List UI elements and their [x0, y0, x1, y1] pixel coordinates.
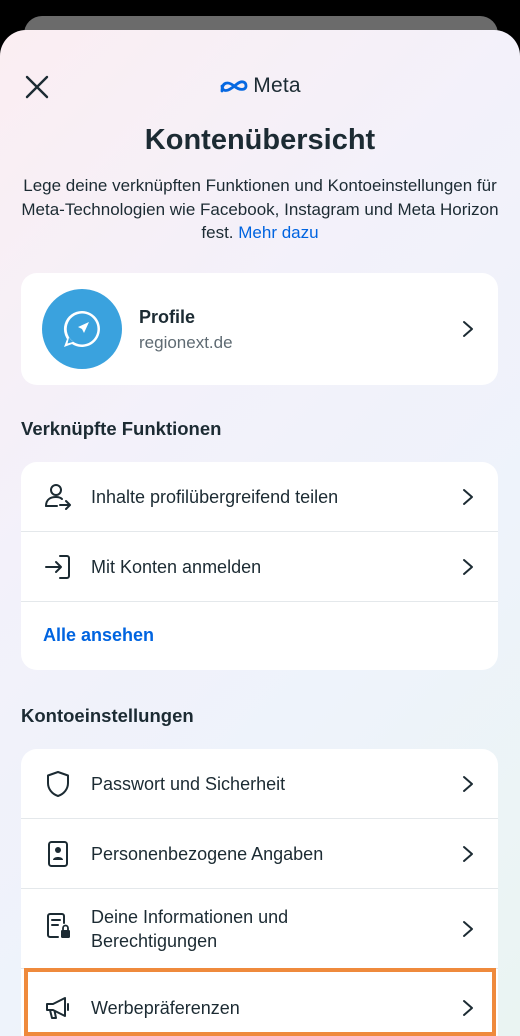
- chevron-right-icon: [463, 776, 473, 792]
- settings-item-password-security[interactable]: Passwort und Sicherheit: [21, 749, 498, 819]
- settings-item-label: Werbepräferenzen: [91, 998, 240, 1018]
- meta-infinity-icon: [220, 80, 248, 93]
- shield-icon: [43, 769, 73, 799]
- settings-item-label: Passwort und Sicherheit: [91, 774, 286, 794]
- account-settings-heading: Kontoeinstellungen: [21, 705, 194, 726]
- share-profile-icon: [43, 482, 73, 512]
- profile-card[interactable]: Profile regionext.de: [21, 273, 498, 385]
- meta-logo: Meta: [0, 74, 520, 98]
- page-description: Lege deine verknüpften Funktionen und Ko…: [16, 174, 504, 245]
- chevron-right-icon: [463, 489, 473, 505]
- linked-features-card: Inhalte profilübergreifend teilen Mit Ko…: [21, 462, 498, 670]
- accounts-center-sheet: Meta Kontenübersicht Lege deine verknüpf…: [0, 30, 520, 1036]
- settings-item-your-information[interactable]: Deine Informationen und Berechtigungen: [21, 889, 498, 969]
- login-icon: [43, 552, 73, 582]
- settings-item-label: Deine Informationen und Berechtigungen: [91, 907, 289, 951]
- settings-item-ad-preferences[interactable]: Werbepräferenzen: [21, 969, 498, 1036]
- chevron-right-icon: [463, 1000, 473, 1016]
- see-all-link[interactable]: Alle ansehen: [43, 625, 154, 646]
- meta-brand-text: Meta: [253, 74, 301, 97]
- more-info-link[interactable]: Mehr dazu: [238, 223, 318, 242]
- account-settings-card: Passwort und Sicherheit Personenbezogene…: [21, 749, 498, 1036]
- document-lock-icon: [43, 911, 73, 941]
- settings-item-label: Personenbezogene Angaben: [91, 844, 324, 864]
- id-card-icon: [43, 839, 73, 869]
- profile-name: Profile: [139, 307, 196, 327]
- chevron-right-icon: [463, 921, 473, 937]
- linked-features-heading: Verknüpfte Funktionen: [21, 418, 222, 439]
- chevron-right-icon: [463, 559, 473, 575]
- navigation-bubble-icon: [63, 310, 100, 347]
- avatar: [42, 289, 122, 369]
- settings-item-personal-details[interactable]: Personenbezogene Angaben: [21, 819, 498, 889]
- linked-feature-item-share[interactable]: Inhalte profilübergreifend teilen: [21, 462, 498, 532]
- megaphone-icon: [43, 993, 73, 1023]
- see-all-row: Alle ansehen: [21, 602, 498, 670]
- linked-feature-item-login[interactable]: Mit Konten anmelden: [21, 532, 498, 602]
- profile-domain: regionext.de: [139, 333, 233, 352]
- linked-feature-label: Inhalte profilübergreifend teilen: [91, 487, 339, 507]
- page-title: Kontenübersicht: [144, 124, 376, 156]
- chevron-right-icon: [463, 846, 473, 862]
- linked-feature-label: Mit Konten anmelden: [91, 557, 262, 577]
- chevron-right-icon: [463, 321, 473, 337]
